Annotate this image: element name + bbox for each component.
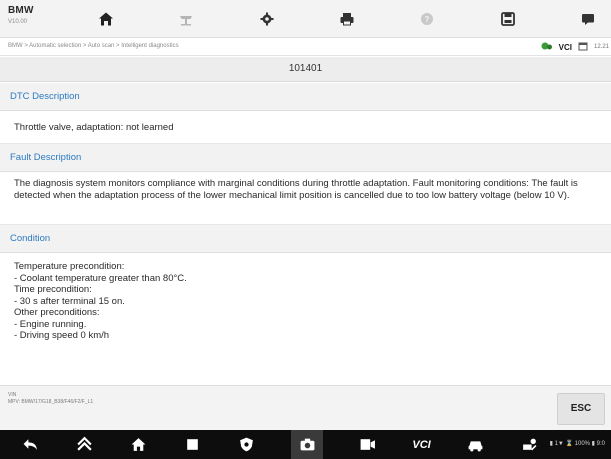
- condition-line: Temperature precondition:: [14, 261, 125, 272]
- home-icon[interactable]: [97, 10, 115, 28]
- nav-icon-group: VCI: [20, 430, 540, 459]
- car-icon[interactable]: [466, 435, 486, 455]
- fault-description-header: Fault Description: [0, 144, 611, 172]
- vin-label: VIN: [8, 392, 17, 398]
- screen-record-icon[interactable]: [357, 435, 377, 455]
- breadcrumb-bar: BMW > Automatic selection > Auto scan > …: [0, 39, 611, 56]
- dtc-description-header: DTC Description: [0, 83, 611, 111]
- footer-bar: VIN MPV: BMW/17/G18_B38/F46/F2/F_L1 ESC: [0, 385, 611, 430]
- vci-icon[interactable]: VCI: [412, 435, 432, 455]
- dtc-code-title-bar: 101401: [0, 57, 611, 82]
- software-version: V10.00: [8, 19, 28, 25]
- print-icon[interactable]: [338, 10, 356, 28]
- network-icon: [541, 38, 553, 56]
- brand-name: BMW: [8, 5, 34, 16]
- top-toolbar: BMW V10.00 ?: [0, 0, 611, 38]
- vci-status-label: VCI: [558, 42, 572, 52]
- condition-line: Time precondition:: [14, 284, 92, 295]
- connection-status: VCI 12.21: [541, 41, 609, 53]
- chevron-up-icon[interactable]: [74, 435, 94, 455]
- help-icon[interactable]: ?: [418, 10, 436, 28]
- breadcrumb: BMW > Automatic selection > Auto scan > …: [8, 43, 179, 49]
- recent-apps-icon[interactable]: [183, 435, 203, 455]
- condition-line: - 30 s after terminal 15 on.: [14, 295, 125, 307]
- condition-line: - Coolant temperature greater than 80°C.: [14, 272, 187, 284]
- condition-header: Condition: [0, 225, 611, 253]
- shield-icon[interactable]: [237, 435, 257, 455]
- page-title: 101401: [288, 63, 323, 74]
- remote-tech-icon[interactable]: [520, 435, 540, 455]
- calendar-icon: [578, 38, 588, 56]
- message-icon[interactable]: [579, 10, 597, 28]
- brand-block: BMW V10.00: [8, 5, 34, 26]
- system-navigation-bar: VCI ▮ 1▼ ⌛ 100% ▮ 9:0: [0, 430, 611, 459]
- esc-button[interactable]: ESC: [557, 393, 605, 425]
- condition-line: Other preconditions:: [14, 307, 100, 318]
- toolbar-icon-group: ?: [97, 0, 597, 38]
- fault-description-text: The diagnosis system monitors compliance…: [0, 172, 611, 225]
- condition-text: Temperature precondition: - Coolant temp…: [0, 253, 611, 350]
- camera-icon[interactable]: [291, 430, 324, 459]
- svg-text:?: ?: [425, 15, 430, 24]
- home-icon[interactable]: [128, 435, 148, 455]
- condition-line: - Driving speed 0 km/h: [14, 330, 110, 341]
- back-icon[interactable]: [20, 435, 40, 455]
- vci-nav-label: VCI: [412, 438, 431, 451]
- dtc-detail-content[interactable]: DTC Description Throttle valve, adaptati…: [0, 83, 611, 384]
- vehicle-lift-icon[interactable]: [177, 10, 195, 28]
- dtc-description-text: Throttle valve, adaptation: not learned: [0, 111, 611, 144]
- vin-value: MPV: BMW/17/G18_B38/F46/F2/F_L1: [8, 399, 94, 405]
- save-icon[interactable]: [499, 10, 517, 28]
- status-date: 12.21: [593, 44, 609, 50]
- gear-icon[interactable]: [258, 10, 276, 28]
- condition-line: - Engine running.: [14, 318, 87, 330]
- system-status-text: ▮ 1▼ ⌛ 100% ▮ 9:0: [549, 441, 605, 447]
